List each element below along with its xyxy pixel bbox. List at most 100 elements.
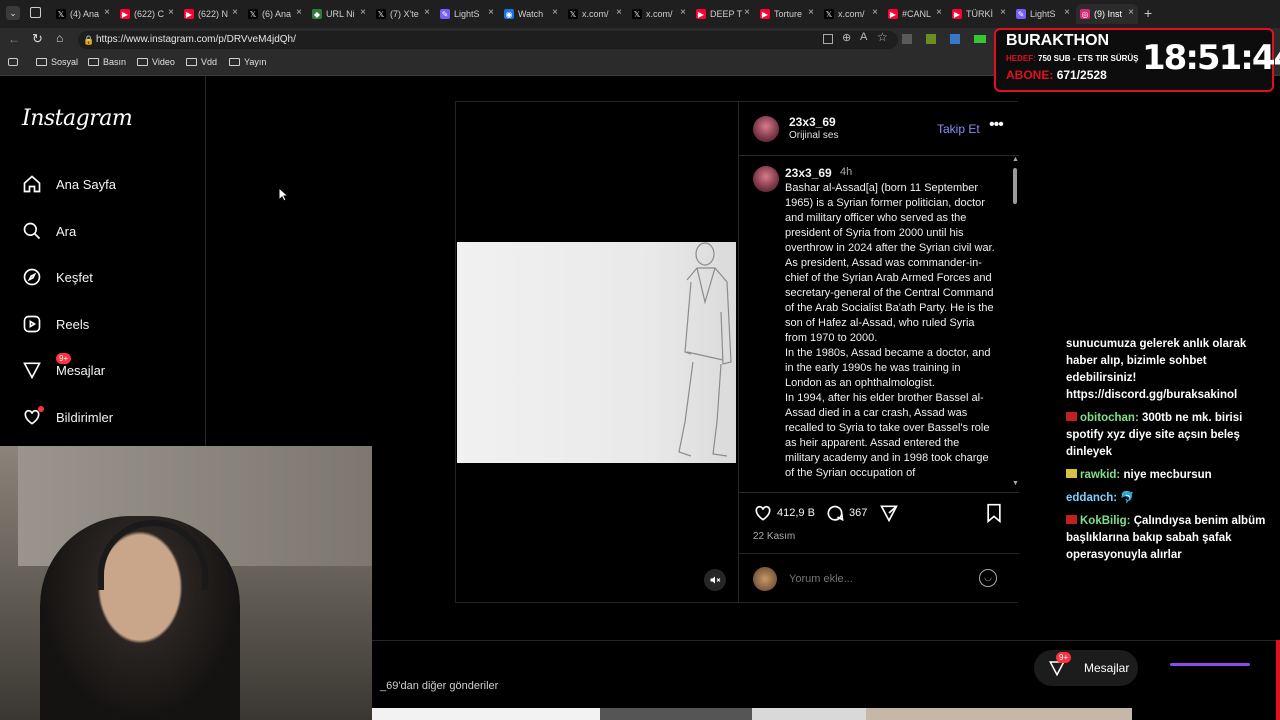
overlay-goal: HEDEF: 750 SUB - ETS TIR SÜRÜŞ xyxy=(1006,54,1139,63)
page-divider xyxy=(372,640,1280,641)
reel-video[interactable] xyxy=(456,102,738,602)
comment-icon[interactable] xyxy=(825,503,845,523)
extension-green-icon[interactable] xyxy=(926,34,936,44)
comment-count[interactable]: 367 xyxy=(849,507,867,519)
close-tab-icon[interactable]: × xyxy=(808,7,814,18)
browser-tab[interactable]: 𝕏x.com/ × xyxy=(820,4,882,24)
instagram-logo[interactable]: Instagram xyxy=(22,106,133,131)
tab-menu-chevron-icon[interactable]: ⌄ xyxy=(6,6,20,20)
follow-button[interactable]: Takip Et xyxy=(937,122,980,136)
close-tab-icon[interactable]: × xyxy=(1128,7,1134,18)
bookmark-folder-sosyal[interactable]: Sosyal xyxy=(36,57,78,67)
close-tab-icon[interactable]: × xyxy=(1064,7,1070,18)
bookmark-folder-basin[interactable]: Basın xyxy=(88,57,126,67)
bookmark-apps-icon[interactable] xyxy=(8,58,18,66)
extension-blue-icon[interactable] xyxy=(950,34,960,44)
back-icon[interactable]: ← xyxy=(8,32,20,46)
stream-chat: sunucumuza gelerek anlık olarak haber al… xyxy=(1066,336,1276,564)
browser-tab[interactable]: ◎ (9) Inst × xyxy=(1076,4,1138,24)
read-aloud-icon[interactable]: A xyxy=(860,31,867,43)
close-tab-icon[interactable]: × xyxy=(104,7,110,18)
close-tab-icon[interactable]: × xyxy=(360,7,366,18)
close-tab-icon[interactable]: × xyxy=(744,7,750,18)
like-heart-icon[interactable] xyxy=(753,503,773,523)
browser-tab[interactable]: ◆ URL Ni × xyxy=(308,4,370,24)
scroll-down-arrow-icon[interactable]: ▼ xyxy=(1012,480,1019,487)
workspaces-icon[interactable] xyxy=(30,7,41,18)
browser-tab[interactable]: ▶ Torture × xyxy=(756,4,818,24)
audio-label[interactable]: Orijinal ses xyxy=(789,130,838,141)
folder-icon xyxy=(88,58,99,66)
favorite-star-icon[interactable]: ☆ xyxy=(877,30,888,44)
scroll-up-arrow-icon[interactable]: ▲ xyxy=(1012,156,1019,163)
close-tab-icon[interactable]: × xyxy=(872,7,878,18)
caption-username[interactable]: 23x3_69 xyxy=(785,166,832,180)
browser-tab[interactable]: ✎ LightS × xyxy=(1012,4,1074,24)
browser-tab[interactable]: 𝕏 (6) Ana × xyxy=(244,4,306,24)
close-tab-icon[interactable]: × xyxy=(680,7,686,18)
extension-lime-icon[interactable] xyxy=(974,35,986,43)
tab-grid-icon[interactable] xyxy=(823,34,833,44)
url-text: https://www.instagram.com/p/DRVveM4jdQh/ xyxy=(96,34,296,45)
close-tab-icon[interactable]: × xyxy=(488,7,494,18)
browser-tab[interactable]: 𝕏 (7) X'te × xyxy=(372,4,434,24)
chat-badge-icon xyxy=(1066,412,1077,421)
like-count[interactable]: 412,9 B xyxy=(777,507,815,519)
share-icon[interactable] xyxy=(879,503,899,523)
close-tab-icon[interactable]: × xyxy=(1000,7,1006,18)
more-posts-thumbnails[interactable] xyxy=(372,708,1132,720)
browser-tab[interactable]: 𝕏x.com/ × xyxy=(564,4,626,24)
scroll-thumb[interactable] xyxy=(1013,168,1017,204)
nav-reels[interactable]: Reels xyxy=(22,311,89,337)
save-bookmark-icon[interactable] xyxy=(985,503,1003,523)
bookmark-folder-yayin[interactable]: Yayın xyxy=(229,57,266,67)
mute-button[interactable] xyxy=(704,569,726,591)
reload-icon[interactable]: ↻ xyxy=(32,31,43,47)
close-tab-icon[interactable]: × xyxy=(296,7,302,18)
nav-explore[interactable]: Keşfet xyxy=(22,264,93,290)
nav-home[interactable]: Ana Sayfa xyxy=(22,171,116,197)
x-icon: 𝕏 xyxy=(56,9,66,19)
extension-icon[interactable] xyxy=(902,34,912,44)
browser-tab[interactable]: 𝕏x.com/ × xyxy=(628,4,690,24)
author-avatar[interactable] xyxy=(753,116,779,142)
close-tab-icon[interactable]: × xyxy=(232,7,238,18)
nav-notifications[interactable]: Bildirimler xyxy=(22,404,113,430)
close-tab-icon[interactable]: × xyxy=(424,7,430,18)
overlay-clock: 18:51:44 xyxy=(1142,38,1280,78)
browser-tab[interactable]: ▶ TÜRKİ × xyxy=(948,4,1010,24)
url-field[interactable]: 🔒 https://www.instagram.com/p/DRVveM4jdQ… xyxy=(78,31,898,49)
caption-scrollbar[interactable]: ▲ ▼ xyxy=(1011,156,1019,490)
caption-paragraph: In 1994, after his elder brother Bassel … xyxy=(785,392,990,479)
author-username[interactable]: 23x3_69 xyxy=(789,115,836,129)
bookmark-folder-vdd[interactable]: Vdd xyxy=(186,57,217,67)
feather-icon: ✎ xyxy=(1016,9,1026,19)
browser-tab[interactable]: ✎ LightS × xyxy=(436,4,498,24)
close-tab-icon[interactable]: × xyxy=(616,7,622,18)
nav-messages[interactable]: 9+ Mesajlar xyxy=(22,353,105,383)
caption-avatar[interactable] xyxy=(753,166,779,192)
tab-label: (622) N xyxy=(198,9,229,19)
emoji-icon[interactable]: ◡ xyxy=(979,569,997,587)
tab-label: #CANL xyxy=(902,9,932,19)
browser-tab[interactable]: ◉ Watch × xyxy=(500,4,562,24)
browser-tab[interactable]: ▶ (622) C × xyxy=(116,4,178,24)
nav-search[interactable]: Ara xyxy=(22,218,76,244)
close-tab-icon[interactable]: × xyxy=(552,7,558,18)
browser-tab[interactable]: 𝕏 (4) Ana × xyxy=(52,4,114,24)
zoom-icon[interactable]: ⊕ xyxy=(842,31,851,44)
tab-label: (7) X'te xyxy=(390,9,419,19)
browser-tab[interactable]: ▶ DEEP T × xyxy=(692,4,754,24)
browser-tab[interactable]: ▶ (622) N × xyxy=(180,4,242,24)
messages-floating-button[interactable]: 9+ Mesajlar xyxy=(1034,650,1138,686)
home-icon[interactable]: ⌂ xyxy=(56,31,63,45)
close-tab-icon[interactable]: × xyxy=(168,7,174,18)
more-options-icon[interactable]: ••• xyxy=(989,116,1004,134)
browser-tab[interactable]: ▶ #CANL × xyxy=(884,4,946,24)
new-tab-button[interactable]: + xyxy=(1144,5,1152,21)
home-icon xyxy=(23,175,41,193)
youtube-icon: ▶ xyxy=(184,9,194,19)
close-tab-icon[interactable]: × xyxy=(936,7,942,18)
bookmark-folder-video[interactable]: Video xyxy=(137,57,175,67)
comment-input[interactable] xyxy=(789,571,969,587)
